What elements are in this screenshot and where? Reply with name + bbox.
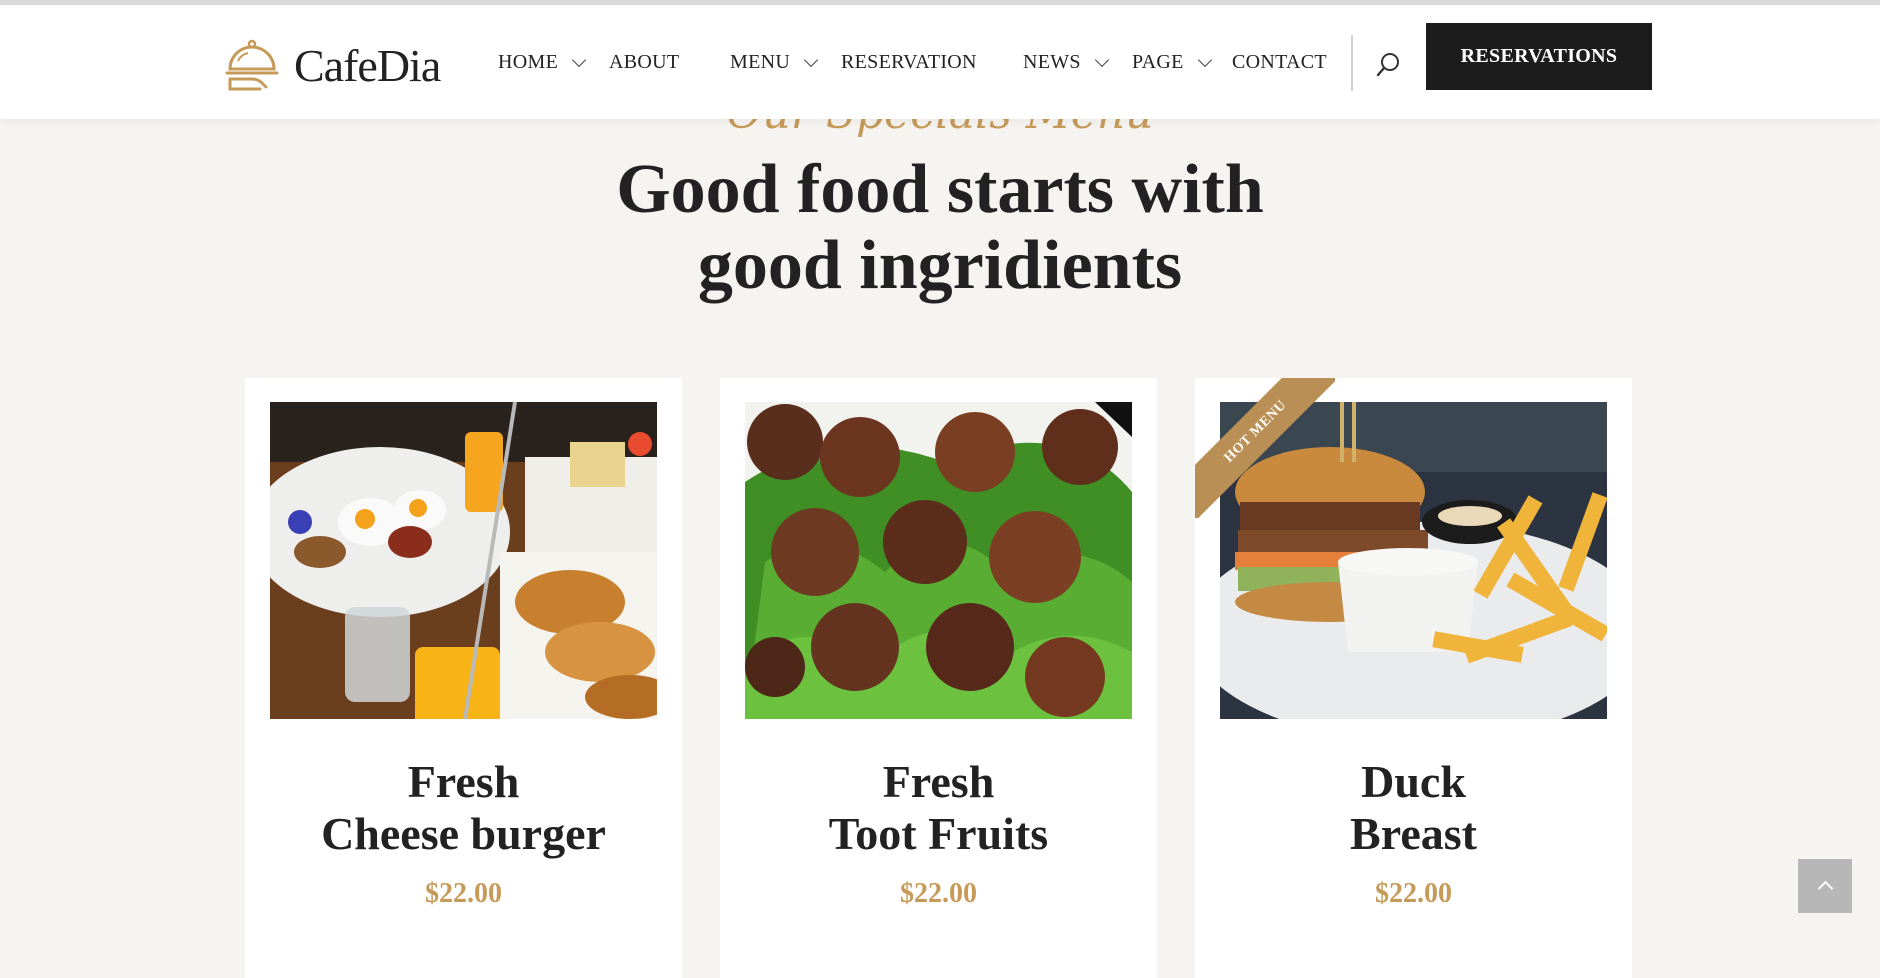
nav-label: ABOUT bbox=[609, 51, 680, 73]
nav-label: PAGE bbox=[1132, 51, 1184, 73]
search-button[interactable] bbox=[1373, 50, 1403, 80]
chevron-up-icon bbox=[1817, 880, 1833, 897]
nav-label: HOME bbox=[498, 51, 559, 73]
meatballs-illustration bbox=[745, 402, 1132, 719]
nav-item-contact[interactable]: CONTACT bbox=[1232, 51, 1327, 74]
ribbon-label: HOT MENU bbox=[1195, 378, 1335, 518]
card-title-line-1: Duck bbox=[1361, 756, 1466, 807]
chevron-down-icon bbox=[804, 52, 819, 67]
card-title-line-1: Fresh bbox=[882, 756, 995, 807]
nav-item-news[interactable]: NEWS bbox=[1023, 51, 1109, 74]
nav-label: MENU bbox=[730, 51, 791, 73]
nav-label: CONTACT bbox=[1232, 51, 1327, 73]
card-title: Duck Breast bbox=[1195, 756, 1632, 860]
breakfast-illustration bbox=[270, 402, 657, 719]
card-price: $22.00 bbox=[900, 878, 977, 909]
card-title-line-2: Breast bbox=[1350, 808, 1477, 859]
chevron-down-icon bbox=[572, 52, 587, 67]
card-title-line-2: Toot Fruits bbox=[828, 808, 1049, 859]
card-title: Fresh Cheese burger bbox=[245, 756, 682, 860]
chevron-down-icon bbox=[1094, 52, 1109, 67]
headline-line-1: Good food starts with bbox=[616, 151, 1264, 228]
headline-line-2: good ingridients bbox=[697, 227, 1183, 304]
card-title-line-1: Fresh bbox=[407, 756, 520, 807]
nav-item-menu[interactable]: MENU bbox=[730, 51, 819, 74]
scroll-to-top-button[interactable] bbox=[1798, 859, 1852, 913]
chevron-down-icon bbox=[1197, 52, 1212, 67]
card-price: $22.00 bbox=[1375, 878, 1452, 909]
site-header: CafeDia HOME ABOUT MENU RESERVATION NEWS… bbox=[0, 5, 1880, 119]
card-price: $22.00 bbox=[425, 878, 502, 909]
nav-label: NEWS bbox=[1023, 51, 1081, 73]
reservations-button[interactable]: RESERVATIONS bbox=[1426, 23, 1652, 90]
meatballs-photo[interactable] bbox=[745, 402, 1132, 719]
search-icon bbox=[1376, 53, 1399, 77]
card-title: Fresh Toot Fruits bbox=[720, 756, 1157, 860]
nav-item-reservation[interactable]: RESERVATION bbox=[841, 51, 977, 74]
card-title-line-2: Cheese burger bbox=[321, 808, 606, 859]
nav-item-about[interactable]: ABOUT bbox=[609, 51, 679, 74]
menu-card[interactable]: Fresh Cheese burger $22.00 bbox=[245, 378, 682, 978]
menu-card[interactable]: HOT MENU Duck Breast $22.00 bbox=[1195, 378, 1632, 978]
nav-label: RESERVATION bbox=[841, 51, 977, 73]
nav-item-page[interactable]: PAGE bbox=[1132, 51, 1212, 74]
hot-menu-ribbon: HOT MENU bbox=[1195, 378, 1335, 518]
section-headline: Good food starts with good ingridients bbox=[0, 152, 1880, 304]
breakfast-photo[interactable] bbox=[270, 402, 657, 719]
nav-item-home[interactable]: HOME bbox=[498, 51, 587, 74]
menu-card[interactable]: Fresh Toot Fruits $22.00 bbox=[720, 378, 1157, 978]
nav-divider bbox=[1351, 35, 1353, 91]
